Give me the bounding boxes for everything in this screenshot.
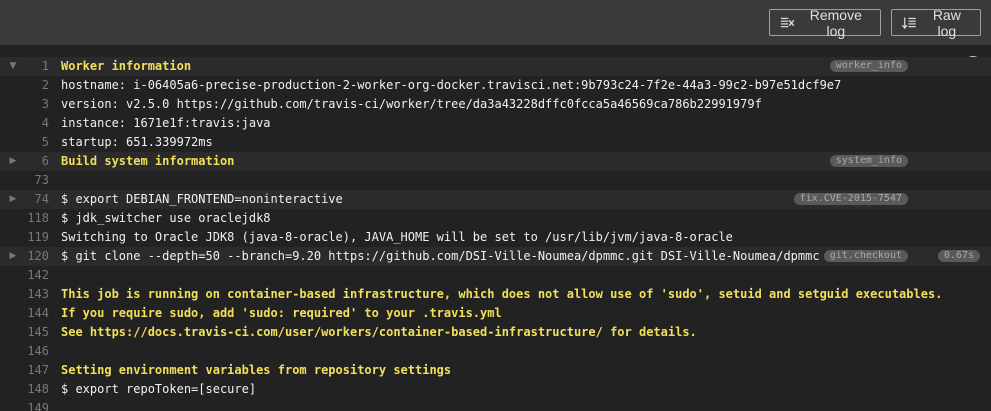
fold-tag: worker_info [829,60,908,72]
log-line[interactable]: ▶ 74 $ export DEBIAN_FRONTEND=noninteracti… [0,190,991,209]
triangle-down-icon[interactable]: ▼ [8,57,18,76]
log-line: 118 $ jdk_switcher use oraclejdk8 [0,209,991,228]
line-number[interactable]: 6 [18,152,49,171]
line-text: $ jdk_switcher use oraclejdk8 [61,211,271,225]
fold-tag: git.checkout [823,250,908,262]
log-line: 145 See https://docs.travis-ci.com/user/w… [0,323,991,342]
fold-tag: fix.CVE-2015-7547 [793,193,908,205]
line-number[interactable]: 120 [18,247,49,266]
remove-log-button[interactable]: Remove log [769,6,881,39]
triangle-right-icon[interactable]: ▶ [8,247,18,266]
line-number[interactable]: 143 [18,285,49,304]
line-text: Build system information [61,154,235,168]
log-line: 119 Switching to Oracle JDK8 (java-8-orac… [0,228,991,247]
line-text: $ git clone --depth=50 --branch=9.20 htt… [61,249,820,263]
line-text: hostname: i-06405a6-precise-production-2… [61,78,842,92]
line-number[interactable]: 1 [18,57,49,76]
log-line: 4 instance: 1671e1f:travis:java [0,114,991,133]
triangle-right-icon[interactable]: ▶ [8,190,18,209]
log-line: 146 [0,342,991,361]
triangle-right-icon[interactable]: ▶ [8,152,18,171]
raw-log-icon [902,17,916,29]
line-text: startup: 651.339972ms [61,135,213,149]
log-line: 142 [0,266,991,285]
log-line: 3 version: v2.5.0 https://github.com/trav… [0,95,991,114]
line-number[interactable]: 147 [18,361,49,380]
line-number[interactable]: 145 [18,323,49,342]
log-line: 147 Setting environment variables from re… [0,361,991,380]
line-number[interactable]: 148 [18,380,49,399]
log-line: 5 startup: 651.339972ms [0,133,991,152]
line-number[interactable]: 5 [18,133,49,152]
line-number[interactable]: 142 [18,266,49,285]
line-number[interactable]: 4 [18,114,49,133]
log-line[interactable]: ▼ 1 Worker information worker_info [0,57,991,76]
line-text: $ export repoToken=[secure] [61,382,257,396]
log-line: 143 This job is running on container-base… [0,285,991,304]
log-toolbar: Remove log Raw log [0,0,991,45]
line-text: Worker information [61,59,192,73]
line-number[interactable]: 2 [18,76,49,95]
fold-tag: system_info [829,155,908,167]
remove-log-icon [780,17,795,27]
line-text: This job is running on container-based i… [61,287,943,301]
line-number[interactable]: 118 [18,209,49,228]
log-line: 73 [0,171,991,190]
line-text: If you require sudo, add 'sudo: required… [61,306,502,320]
duration-badge: 0.67s [937,250,980,262]
log-line: 144 If you require sudo, add 'sudo: requi… [0,304,991,323]
log-line: 148 $ export repoToken=[secure] [0,380,991,399]
raw-log-label: Raw log [932,6,961,39]
line-number[interactable]: 73 [18,171,49,190]
line-number[interactable]: 149 [18,399,49,411]
line-number[interactable]: 146 [18,342,49,361]
line-number[interactable]: 3 [18,95,49,114]
log-line: 2 hostname: i-06405a6-precise-production-… [0,76,991,95]
build-log: ▼ 1 Worker information worker_info 2 hostname… [0,57,991,411]
line-text: $ export DEBIAN_FRONTEND=noninteractive [61,192,343,206]
line-text: See https://docs.travis-ci.com/user/work… [61,325,697,339]
log-line[interactable]: ▶ 6 Build system information system_info [0,152,991,171]
log-line[interactable]: ▶ 120 $ git clone --depth=50 --branch=9.20… [0,247,991,266]
remove-log-label: Remove log [809,6,862,39]
line-text: instance: 1671e1f:travis:java [61,116,271,130]
line-text: version: v2.5.0 https://github.com/travi… [61,97,762,111]
line-number[interactable]: 119 [18,228,49,247]
line-text: Setting environment variables from repos… [61,363,452,377]
raw-log-button[interactable]: Raw log [891,6,981,39]
line-number[interactable]: 74 [18,190,49,209]
line-text: Switching to Oracle JDK8 (java-8-oracle)… [61,230,733,244]
line-number[interactable]: 144 [18,304,49,323]
log-line: 149 [0,399,991,411]
